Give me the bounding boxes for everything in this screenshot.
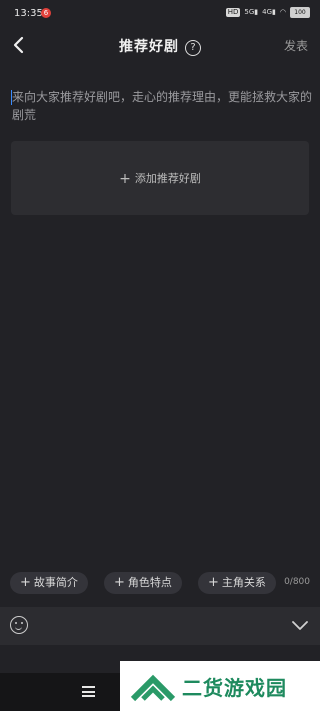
top-bar: 推荐好剧? 发表 — [0, 28, 320, 64]
tag-label: 角色特点 — [127, 576, 172, 589]
tag-label: 故事简介 — [33, 576, 78, 589]
watermark-logo-icon — [130, 674, 176, 702]
add-show-label: + 添加推荐好剧 — [11, 170, 309, 187]
publish-button[interactable]: 发表 — [284, 37, 308, 54]
signal-5g-icon: 5G▮ — [244, 8, 259, 16]
battery-icon: 100 — [290, 7, 310, 18]
chevron-down-icon[interactable] — [292, 619, 308, 631]
emoji-icon[interactable] — [10, 616, 28, 634]
status-bar: 13:35 6 HD 5G▮ 4G▮ ◠ 100 — [0, 0, 320, 28]
add-recommended-show-button[interactable]: + 添加推荐好剧 — [11, 141, 309, 215]
plus-icon: + — [119, 171, 131, 187]
signal-4g-icon: 4G▮ — [262, 8, 276, 16]
page-title: 推荐好剧 — [119, 39, 179, 55]
recommendation-text-input[interactable]: 来向大家推荐好剧吧，走心的推荐理由，更能拯救大家的剧荒 — [12, 88, 312, 124]
tag-character-traits[interactable]: + 角色特点 — [104, 572, 182, 594]
character-count: 0/800 — [280, 577, 310, 587]
tag-label: 主角关系 — [221, 576, 266, 589]
wifi-icon: ◠ — [279, 8, 286, 16]
add-show-text: 添加推荐好剧 — [134, 172, 201, 185]
tag-chip-row: + 故事简介 + 角色特点 + 主角关系 — [10, 572, 310, 594]
hd-icon: HD — [225, 8, 241, 17]
tag-lead-relationships[interactable]: + 主角关系 — [198, 572, 276, 594]
watermark: 二货游戏园 — [120, 661, 320, 711]
help-icon[interactable]: ? — [185, 40, 201, 56]
status-icons: HD 5G▮ 4G▮ ◠ 100 — [225, 7, 310, 18]
plus-icon: + — [208, 575, 219, 590]
status-time: 13:35 — [14, 8, 43, 19]
tag-story-summary[interactable]: + 故事简介 — [10, 572, 88, 594]
menu-icon[interactable] — [82, 686, 95, 697]
watermark-text: 二货游戏园 — [182, 676, 287, 700]
plus-icon: + — [114, 575, 125, 590]
title-wrap: 推荐好剧? — [0, 36, 320, 56]
notification-badge-icon: 6 — [41, 8, 51, 18]
plus-icon: + — [20, 575, 31, 590]
bottom-toolbar — [0, 607, 320, 645]
